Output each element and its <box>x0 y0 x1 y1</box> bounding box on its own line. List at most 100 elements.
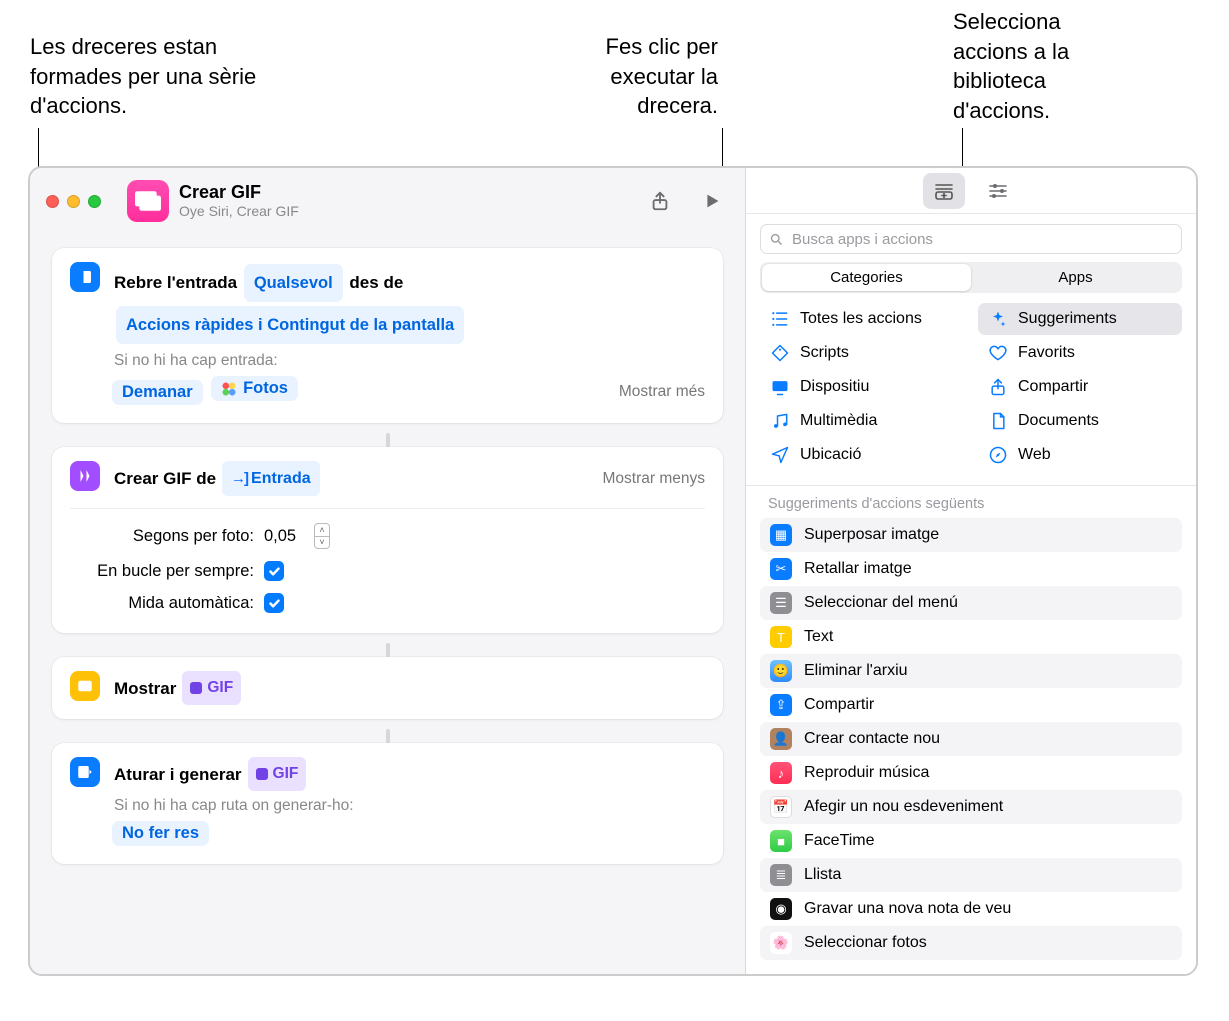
chip-entrada[interactable]: Entrada <box>222 461 320 496</box>
category-item-multim-dia[interactable]: Multimèdia <box>760 405 964 437</box>
callout-actions-series: Les dreceres estan formades per una sèri… <box>30 32 300 121</box>
suggestion-item[interactable]: 🙂 Eliminar l'arxiu <box>760 654 1182 688</box>
suggestion-item[interactable]: TText <box>760 620 1182 654</box>
action-card-input[interactable]: Rebre l'entrada Qualsevol des de Accions… <box>52 248 723 423</box>
category-label: Multimèdia <box>800 412 877 430</box>
action-text: Crear GIF de Entrada <box>114 461 589 496</box>
shortcut-title: Crear GIF <box>179 182 625 204</box>
suggestion-item[interactable]: ⇪Compartir <box>760 688 1182 722</box>
action-text: Rebre l'entrada Qualsevol des de Accions… <box>114 262 705 346</box>
action-card-makegif[interactable]: Crear GIF de Entrada Mostrar menys Segon… <box>52 447 723 633</box>
category-item-compartir[interactable]: Compartir <box>978 371 1182 403</box>
right-titlebar <box>746 168 1196 214</box>
callout-run: Fes clic per executar la drecera. <box>548 32 718 121</box>
segmented-control[interactable]: Categories Apps <box>760 262 1182 293</box>
app-icon: 🙂 <box>770 660 792 682</box>
stepper-up-icon[interactable]: ˄ <box>315 524 329 537</box>
action-card-output[interactable]: Aturar i generar GIF Si no hi ha cap rut… <box>52 743 723 864</box>
category-item-dispositiu[interactable]: Dispositiu <box>760 371 964 403</box>
library-button[interactable] <box>923 173 965 209</box>
category-item-totes-les-accions[interactable]: Totes les accions <box>760 303 964 335</box>
list-icon <box>770 309 790 329</box>
auto-size-checkbox[interactable] <box>264 593 284 613</box>
run-button[interactable] <box>695 186 729 216</box>
suggestions-list: ▦Superposar imatge ✂ Retallar imatge ☰Selec… <box>746 518 1196 974</box>
suggestion-item[interactable]: 👤Crear contacte nou <box>760 722 1182 756</box>
chip-noop[interactable]: No fer res <box>112 821 209 846</box>
category-item-documents[interactable]: Documents <box>978 405 1182 437</box>
suggestion-item[interactable]: 🌸 Seleccionar fotos <box>760 926 1182 960</box>
category-item-suggeriments[interactable]: Suggeriments <box>978 303 1182 335</box>
search-input[interactable]: Busca apps i accions <box>760 224 1182 254</box>
category-item-scripts[interactable]: Scripts <box>760 337 964 369</box>
suggestion-label: Reproduir música <box>804 764 929 782</box>
input-icon <box>70 262 100 292</box>
suggestion-label: Llista <box>804 866 841 884</box>
suggestion-item[interactable]: ☰Seleccionar del menú <box>760 586 1182 620</box>
app-icon: 🌸 <box>770 932 792 954</box>
show-more-link[interactable]: Mostrar més <box>619 381 705 401</box>
app-icon: ⇪ <box>770 694 792 716</box>
category-item-favorits[interactable]: Favorits <box>978 337 1182 369</box>
search-placeholder: Busca apps i accions <box>792 231 933 248</box>
suggestion-item[interactable]: ◉Gravar una nova nota de veu <box>760 892 1182 926</box>
close-window-button[interactable] <box>46 195 59 208</box>
category-label: Totes les accions <box>800 310 922 328</box>
category-item-ubicaci-[interactable]: Ubicació <box>760 439 964 471</box>
suggestion-label: Retallar imatge <box>804 560 912 578</box>
app-icon: ◉ <box>770 898 792 920</box>
param-autosize-label: Mida automàtica: <box>70 594 254 613</box>
action-card-show[interactable]: Mostrar GIF <box>52 657 723 719</box>
connector <box>52 433 723 447</box>
settings-button[interactable] <box>977 173 1019 209</box>
seconds-per-photo-input[interactable] <box>264 527 310 546</box>
chip-gif-var[interactable]: GIF <box>182 671 241 705</box>
app-icon: 👤 <box>770 728 792 750</box>
suggestion-label: Seleccionar fotos <box>804 934 927 952</box>
text-fragment: Mostrar <box>114 672 176 705</box>
stepper-down-icon[interactable]: ˅ <box>315 537 329 549</box>
suggestion-label: FaceTime <box>804 832 875 850</box>
titlebar: Crear GIF Oye Siri, Crear GIF <box>30 168 745 234</box>
doc-icon <box>988 411 1008 431</box>
suggestion-item[interactable]: ≣ Llista <box>760 858 1182 892</box>
suggestion-label: Eliminar l'arxiu <box>804 662 908 680</box>
category-label: Dispositiu <box>800 378 869 396</box>
chip-input-type[interactable]: Qualsevol <box>244 264 343 302</box>
suggestion-item[interactable]: ■FaceTime <box>760 824 1182 858</box>
zoom-window-button[interactable] <box>88 195 101 208</box>
library-pane: Busca apps i accions Categories Apps Tot… <box>746 168 1196 974</box>
chip-ask[interactable]: Demanar <box>112 380 203 405</box>
minimize-window-button[interactable] <box>67 195 80 208</box>
traffic-lights <box>46 195 101 208</box>
text-fragment: Aturar i generar <box>114 758 242 791</box>
seg-categories[interactable]: Categories <box>762 264 971 291</box>
text-fragment: Rebre l'entrada <box>114 273 242 292</box>
chip-gif-var[interactable]: GIF <box>248 757 307 791</box>
safari-icon <box>988 445 1008 465</box>
output-icon <box>70 757 100 787</box>
chip-input-sources[interactable]: Accions ràpides i Contingut de la pantal… <box>116 306 464 344</box>
connector <box>52 643 723 657</box>
share-button[interactable] <box>643 186 677 216</box>
category-item-web[interactable]: Web <box>978 439 1182 471</box>
category-label: Favorits <box>1018 344 1075 362</box>
show-less-link[interactable]: Mostrar menys <box>603 468 706 488</box>
suggestion-item[interactable]: ▦Superposar imatge <box>760 518 1182 552</box>
app-icon: ▦ <box>770 524 792 546</box>
app-icon: ≣ <box>770 864 792 886</box>
callout-library: Selecciona accions a la biblioteca d'acc… <box>953 7 1123 126</box>
search-icon <box>769 232 784 247</box>
seg-apps[interactable]: Apps <box>971 264 1180 291</box>
shortcut-icon <box>127 180 169 222</box>
suggestion-item[interactable]: ✂ Retallar imatge <box>760 552 1182 586</box>
chip-photos[interactable]: Fotos <box>211 376 298 401</box>
makegif-icon <box>70 461 100 491</box>
app-icon: ✂ <box>770 558 792 580</box>
title-block: Crear GIF Oye Siri, Crear GIF <box>179 182 625 220</box>
suggestion-item[interactable]: 📅Afegir un nou esdeveniment <box>760 790 1182 824</box>
share-icon <box>988 377 1008 397</box>
stepper-buttons[interactable]: ˄ ˅ <box>314 523 330 549</box>
suggestion-item[interactable]: ♪Reproduir música <box>760 756 1182 790</box>
loop-forever-checkbox[interactable] <box>264 561 284 581</box>
